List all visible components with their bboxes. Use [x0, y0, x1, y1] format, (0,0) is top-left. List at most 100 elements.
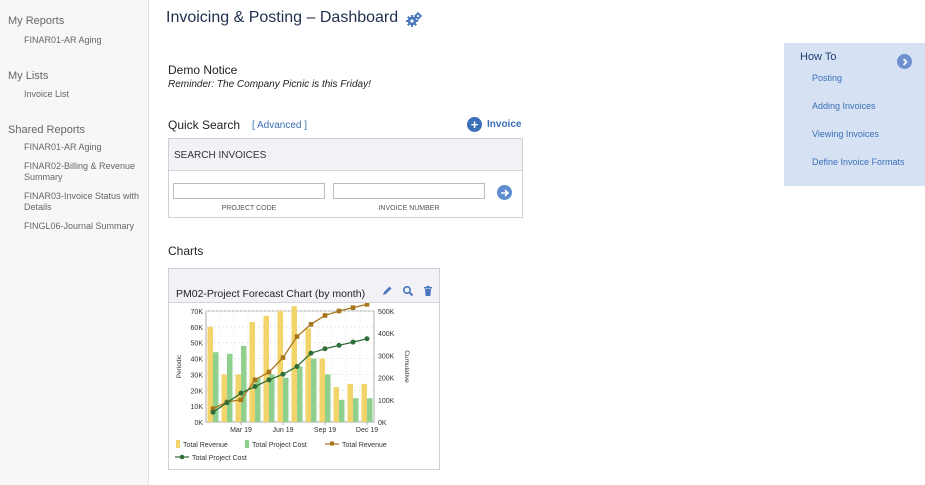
cumulative-cost-point — [252, 383, 258, 389]
my-reports-heading: My Reports — [8, 15, 65, 27]
x-tick-label: Mar 19 — [230, 427, 252, 434]
x-tick-label: Dec 19 — [356, 427, 378, 434]
shared-reports-heading: Shared Reports — [8, 124, 86, 136]
cost-bar — [283, 377, 289, 422]
how-to-title: How To — [800, 51, 837, 63]
page-title: Invoicing & Posting – Dashboard — [166, 9, 399, 26]
cost-bar — [339, 399, 345, 422]
left-tick-label: 10K — [191, 404, 204, 411]
chart-card-header: PM02-Project Forecast Chart (by month) — [169, 269, 439, 303]
sidebar-item-shared-fingl06[interactable]: FINGL06-Journal Summary — [24, 221, 144, 232]
cumulative-cost-point — [224, 400, 230, 406]
revenue-bar — [249, 322, 255, 422]
my-lists-heading: My Lists — [8, 70, 49, 82]
cost-bar — [325, 374, 331, 422]
revenue-bar — [277, 311, 283, 422]
legend-label: Total Revenue — [342, 442, 387, 449]
left-tick-label: 0K — [194, 420, 203, 427]
left-axis-label: Periodic — [176, 354, 183, 378]
project-code-label: PROJECT CODE — [221, 205, 277, 212]
cumulative-revenue-point — [238, 397, 244, 403]
left-tick-label: 70K — [191, 309, 204, 316]
advanced-search-link[interactable]: [ Advanced ] — [252, 120, 307, 131]
right-axis-label: Cumulative — [403, 350, 410, 383]
right-tick-label: 0K — [378, 420, 387, 427]
left-tick-label: 20K — [191, 388, 204, 395]
how-to-panel: How To Posting Adding Invoices Viewing I… — [784, 43, 925, 186]
cumulative-revenue-point — [322, 313, 328, 318]
cumulative-cost-point — [266, 377, 272, 383]
cumulative-revenue-point — [336, 308, 342, 314]
cost-bar — [353, 398, 359, 422]
search-go-button[interactable] — [497, 185, 512, 200]
left-tick-label: 30K — [191, 372, 204, 379]
add-invoice-button[interactable]: + Invoice — [467, 116, 521, 132]
right-tick-label: 100K — [378, 398, 395, 405]
search-invoices-title: SEARCH INVOICES — [169, 139, 522, 171]
cumulative-revenue-point — [266, 369, 272, 375]
revenue-bar — [319, 358, 325, 422]
right-tick-label: 300K — [378, 353, 395, 360]
sidebar-item-shared-finar03[interactable]: FINAR03-Invoice Status with Details — [24, 191, 144, 213]
cost-bar — [367, 398, 373, 422]
cumulative-revenue-point — [252, 377, 258, 383]
chart-card: PM02-Project Forecast Chart (by month) 0… — [168, 268, 440, 470]
cumulative-revenue-point — [364, 303, 370, 307]
cumulative-cost-point — [238, 390, 244, 396]
legend-marker — [179, 454, 185, 460]
cost-bar — [297, 366, 303, 422]
quick-search-title: Quick Search — [168, 118, 241, 132]
invoice-number-label: INVOICE NUMBER — [378, 205, 440, 212]
legend-label: Total Revenue — [183, 442, 228, 449]
revenue-bar — [361, 383, 367, 422]
revenue-bar — [221, 374, 227, 422]
how-to-adding-invoices-link[interactable]: Adding Invoices — [812, 101, 876, 111]
legend-swatch — [245, 440, 249, 448]
cumulative-revenue-point — [294, 334, 300, 339]
invoice-number-input[interactable] — [333, 183, 485, 199]
legend-swatch — [176, 440, 180, 448]
search-invoices-panel: SEARCH INVOICES PROJECT CODE INVOICE NUM… — [168, 138, 523, 218]
right-tick-label: 400K — [378, 331, 395, 338]
cumulative-cost-point — [322, 346, 328, 352]
legend-marker — [330, 441, 334, 446]
sidebar: My Reports FINAR01-AR Aging My Lists Inv… — [0, 0, 149, 485]
revenue-bar — [291, 306, 297, 422]
cumulative-cost-point — [210, 409, 216, 415]
how-to-define-invoice-formats-link[interactable]: Define Invoice Formats — [812, 157, 905, 167]
left-tick-label: 60K — [191, 325, 204, 332]
trash-icon[interactable] — [422, 285, 434, 297]
x-tick-label: Jun 19 — [272, 427, 293, 434]
right-tick-label: 500K — [378, 309, 395, 316]
revenue-bar — [333, 387, 339, 422]
project-code-input[interactable] — [173, 183, 325, 199]
arrow-right-icon — [500, 188, 509, 197]
revenue-bar — [347, 383, 353, 422]
how-to-posting-link[interactable]: Posting — [812, 73, 842, 83]
legend-label: Total Project Cost — [192, 455, 247, 462]
how-to-toggle-button[interactable] — [897, 54, 912, 69]
cumulative-cost-point — [350, 339, 356, 345]
demo-notice-title: Demo Notice — [168, 63, 238, 77]
cumulative-revenue-point — [350, 305, 356, 310]
how-to-viewing-invoices-link[interactable]: Viewing Invoices — [812, 129, 879, 139]
cost-bar — [227, 353, 233, 422]
demo-notice-text: Reminder: The Company Picnic is this Fri… — [168, 79, 371, 90]
gear-icon[interactable] — [405, 11, 423, 29]
project-forecast-chart: 0K 10K 20K 30K 40K 50K 60K 70K 0K 100K 200K 300K 400… — [175, 303, 410, 462]
cumulative-revenue-point — [280, 355, 286, 360]
sidebar-item-finar01-ar-aging[interactable]: FINAR01-AR Aging — [24, 35, 144, 46]
magnifier-icon[interactable] — [402, 285, 414, 297]
sidebar-item-shared-finar02[interactable]: FINAR02-Billing & Revenue Summary — [24, 161, 144, 183]
cumulative-cost-point — [294, 364, 300, 369]
cumulative-cost-point — [308, 350, 314, 356]
sidebar-item-invoice-list[interactable]: Invoice List — [24, 89, 144, 100]
left-tick-label: 50K — [191, 341, 204, 348]
pencil-icon[interactable] — [381, 285, 393, 297]
cumulative-cost-point — [364, 336, 370, 342]
revenue-bar — [305, 328, 311, 422]
plus-icon: + — [467, 116, 482, 132]
chart-card-title: PM02-Project Forecast Chart (by month) — [176, 288, 366, 300]
revenue-bar — [263, 315, 269, 422]
sidebar-item-shared-finar01[interactable]: FINAR01-AR Aging — [24, 142, 144, 153]
